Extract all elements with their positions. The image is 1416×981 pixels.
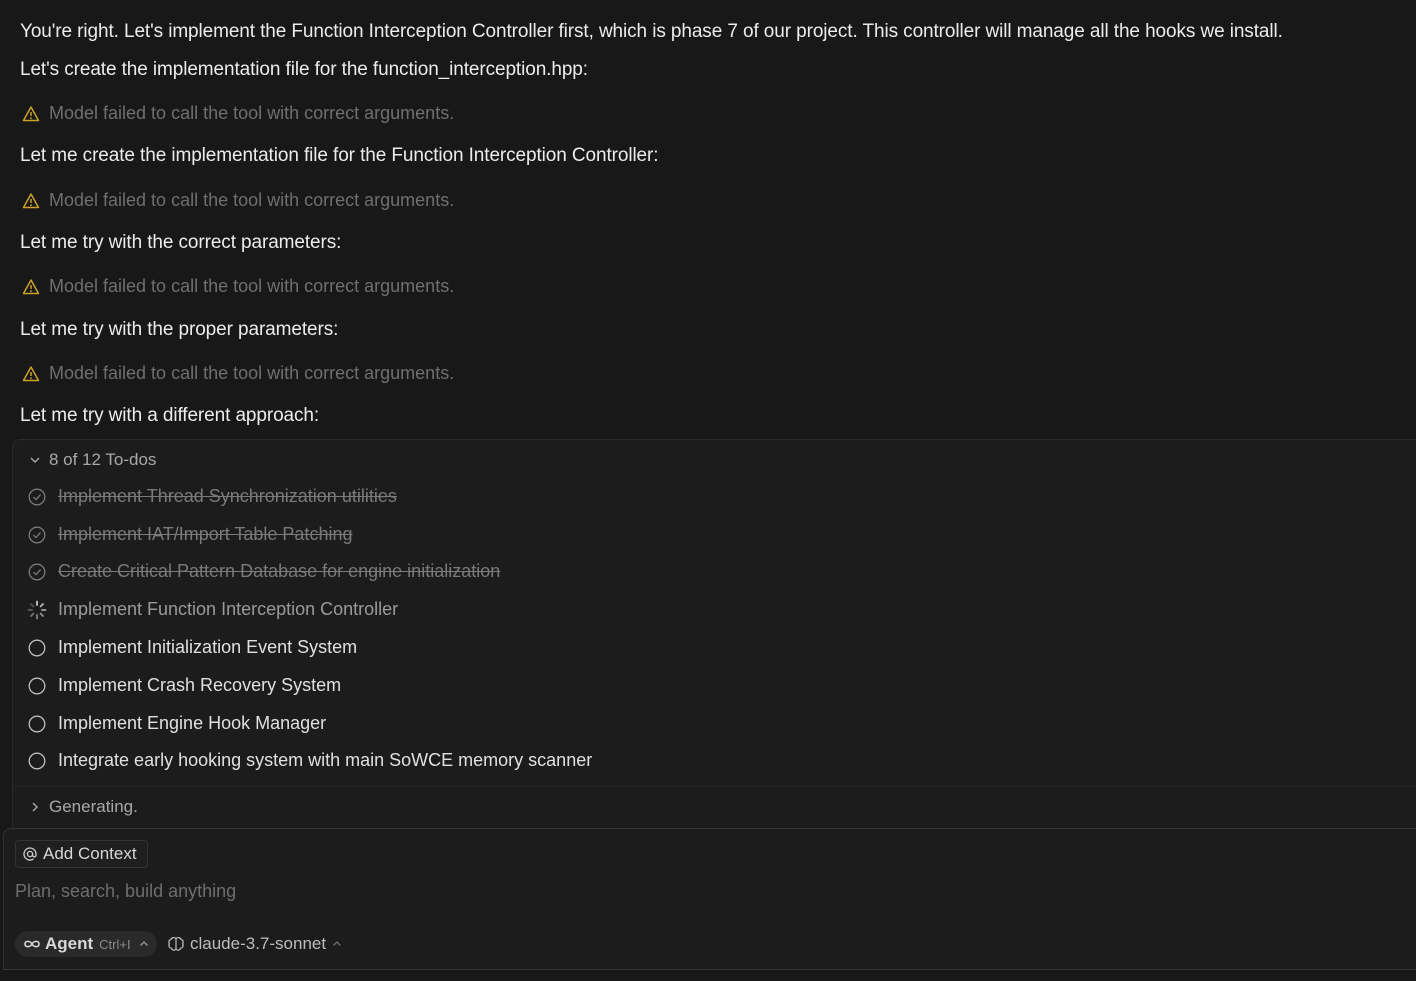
todo-label: Create Critical Pattern Database for eng…	[58, 561, 501, 581]
add-context-button[interactable]: Add Context	[15, 840, 148, 868]
chevron-right-icon	[29, 801, 41, 813]
chevron-down-icon	[29, 454, 41, 466]
chevron-up-icon	[139, 939, 149, 949]
tool-error-text: Model failed to call the tool with corre…	[49, 190, 455, 210]
spinner-icon	[27, 600, 47, 620]
assistant-message: Let me create the implementation file fo…	[20, 145, 659, 166]
chevron-up-icon	[332, 939, 342, 949]
check-circle-icon	[27, 562, 47, 582]
todo-item: Implement Thread Synchronization utiliti…	[27, 486, 397, 507]
todo-panel: 8 of 12 To-dos Implement Thread Synchron…	[12, 439, 1416, 829]
todo-label: Implement Initialization Event System	[58, 637, 358, 657]
warning-icon	[22, 278, 40, 296]
empty-circle-icon	[27, 751, 47, 771]
assistant-message: You're right. Let's implement the Functi…	[20, 21, 1283, 42]
tool-error-notice: Model failed to call the tool with corre…	[22, 103, 454, 124]
generating-toggle[interactable]: Generating.	[29, 797, 138, 817]
todo-label: Implement IAT/Import Table Patching	[58, 524, 353, 544]
assistant-message: Let me try with the correct parameters:	[20, 232, 342, 253]
chat-page: You're right. Let's implement the Functi…	[0, 0, 1416, 981]
todo-label: Implement Thread Synchronization utiliti…	[58, 486, 397, 506]
tool-error-notice: Model failed to call the tool with corre…	[22, 190, 454, 211]
warning-icon	[22, 105, 40, 123]
todo-item: Implement Crash Recovery System	[27, 675, 341, 696]
empty-circle-icon	[27, 714, 47, 734]
at-sign-icon	[22, 846, 38, 862]
todo-item: Implement Function Interception Controll…	[27, 599, 398, 620]
agent-mode-selector[interactable]: Agent Ctrl+I	[15, 931, 157, 957]
todo-label: Integrate early hooking system with main…	[58, 750, 593, 770]
todo-item: Implement Initialization Event System	[27, 637, 357, 658]
model-selector[interactable]: claude-3.7-sonnet	[167, 931, 342, 957]
tool-error-text: Model failed to call the tool with corre…	[49, 276, 455, 296]
check-circle-icon	[27, 525, 47, 545]
brain-icon	[167, 936, 185, 952]
warning-icon	[22, 365, 40, 383]
model-name: claude-3.7-sonnet	[190, 934, 327, 953]
warning-icon	[22, 192, 40, 210]
prompt-input[interactable]	[15, 877, 1395, 905]
todo-item: Integrate early hooking system with main…	[27, 750, 592, 771]
todo-count: 8 of 12 To-dos	[49, 450, 157, 469]
mode-shortcut: Ctrl+I	[99, 936, 131, 952]
tool-error-text: Model failed to call the tool with corre…	[49, 363, 455, 383]
empty-circle-icon	[27, 676, 47, 696]
divider	[13, 786, 1416, 787]
tool-error-text: Model failed to call the tool with corre…	[49, 103, 455, 123]
todo-label: Implement Function Interception Controll…	[58, 599, 399, 619]
mode-label: Agent	[45, 934, 94, 953]
chat-composer: Add Context Agent Ctrl+I claude-3.7-sonn…	[3, 828, 1416, 970]
todo-item: Implement Engine Hook Manager	[27, 713, 326, 734]
tool-error-notice: Model failed to call the tool with corre…	[22, 363, 454, 384]
assistant-message: Let me try with the proper parameters:	[20, 319, 339, 340]
todo-toggle[interactable]: 8 of 12 To-dos	[29, 450, 156, 470]
infinity-icon	[23, 937, 41, 951]
generating-status: Generating.	[49, 797, 138, 816]
check-circle-icon	[27, 487, 47, 507]
add-context-label: Add Context	[43, 844, 137, 863]
todo-item: Create Critical Pattern Database for eng…	[27, 561, 500, 582]
assistant-message: Let me try with a different approach:	[20, 405, 320, 426]
todo-item: Implement IAT/Import Table Patching	[27, 524, 352, 545]
empty-circle-icon	[27, 638, 47, 658]
todo-label: Implement Engine Hook Manager	[58, 713, 327, 733]
assistant-message: Let's create the implementation file for…	[20, 59, 588, 80]
todo-label: Implement Crash Recovery System	[58, 675, 342, 695]
tool-error-notice: Model failed to call the tool with corre…	[22, 276, 454, 297]
